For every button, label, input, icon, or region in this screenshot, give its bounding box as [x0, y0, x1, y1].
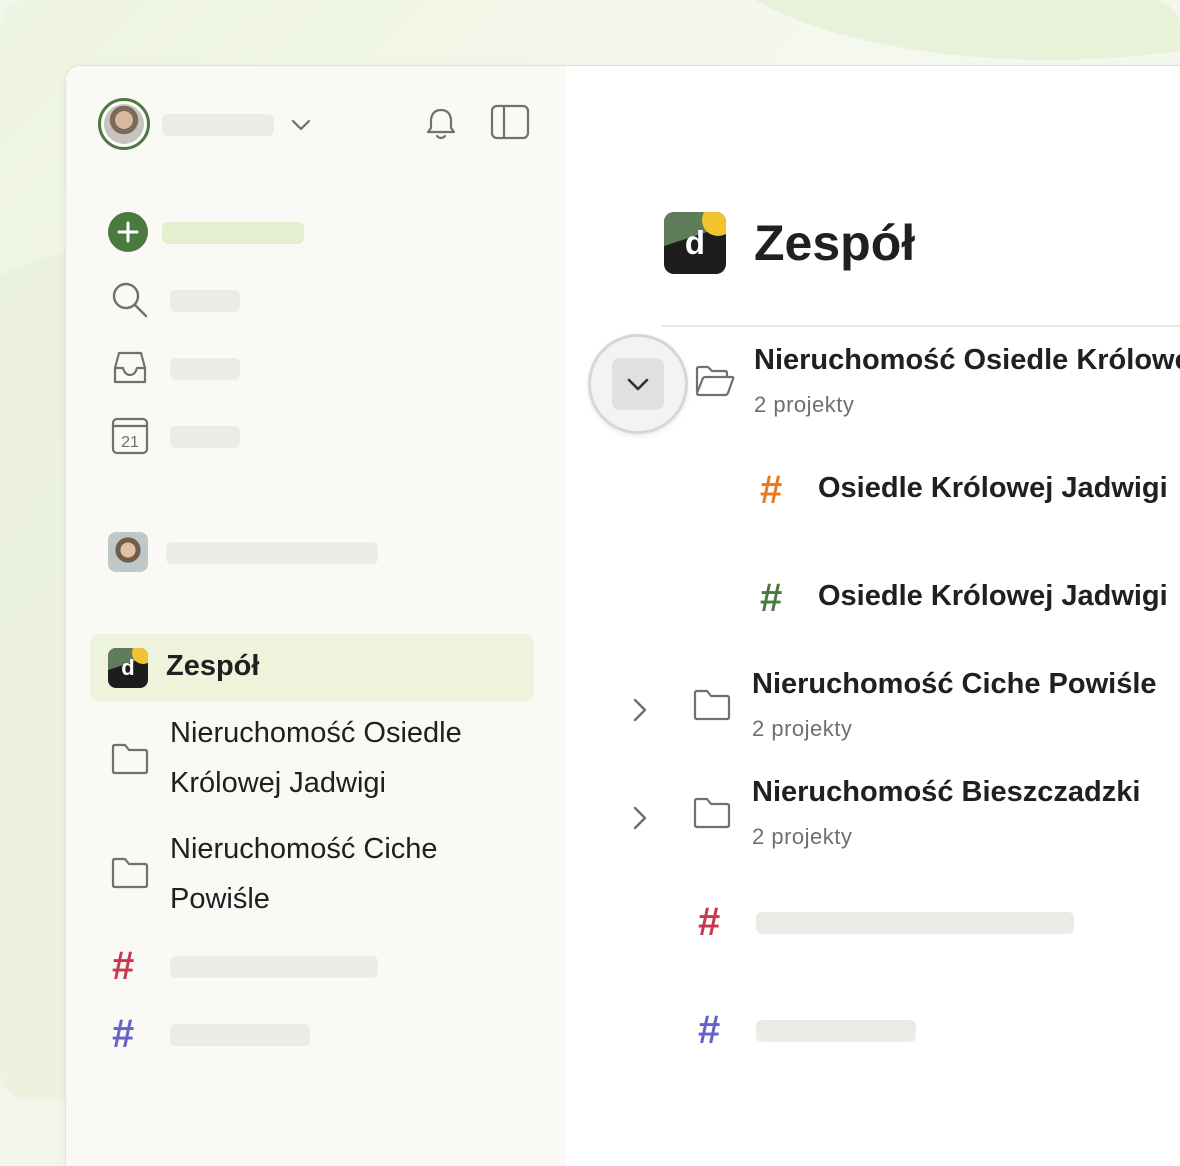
search-label-placeholder — [170, 290, 240, 312]
folder-icon — [110, 856, 150, 890]
folder-subtitle: 2 projekty — [752, 824, 853, 849]
user-avatar[interactable] — [98, 98, 150, 150]
sidebar-team-label: Zespół — [166, 650, 260, 682]
svg-text:21: 21 — [121, 434, 139, 451]
project-hash-icon: # — [760, 468, 783, 512]
folder-icon — [110, 742, 150, 776]
user-name-placeholder — [162, 114, 274, 136]
project-title[interactable]: Osiedle Królowej Jadwigi — [818, 580, 1168, 613]
project-hash-icon: # — [112, 944, 135, 988]
sidebar-folder-label: Nieruchomość Ciche Powiśle — [170, 833, 438, 915]
sidebar: 21 d Zespół Nieruchomość Osiedle Królowe… — [66, 66, 566, 1166]
folder-icon — [692, 688, 732, 722]
sidebar-toggle-icon[interactable] — [490, 104, 530, 140]
app-window: 21 d Zespół Nieruchomość Osiedle Królowe… — [66, 66, 1180, 1166]
project-hash-icon: # — [698, 1008, 721, 1052]
folder-subtitle: 2 projekty — [752, 716, 853, 741]
inbox-icon[interactable] — [110, 348, 150, 388]
search-icon[interactable] — [110, 280, 150, 320]
folder-open-icon — [694, 364, 736, 398]
collapse-button[interactable] — [612, 358, 664, 410]
inbox-label-placeholder — [170, 358, 240, 380]
bell-icon[interactable] — [424, 106, 458, 142]
today-label-placeholder — [170, 426, 240, 448]
chevron-down-icon[interactable] — [288, 114, 314, 136]
main-content: d Zespół Nieruchomość Osiedle Królowej J… — [566, 66, 1180, 1166]
sidebar-item-team[interactable]: d Zespół — [90, 634, 534, 701]
team-logo-icon: d — [108, 648, 148, 688]
project-hash-icon: # — [112, 1012, 135, 1056]
sidebar-folder-label: Nieruchomość Osiedle Królowej Jadwigi — [170, 717, 462, 799]
calendar-today-icon[interactable]: 21 — [110, 416, 150, 456]
chevron-right-icon[interactable] — [626, 694, 652, 726]
project-hash-icon: # — [760, 576, 783, 620]
folder-title[interactable]: Nieruchomość Osiedle Królowej Jadwigi — [754, 344, 1180, 377]
folder-title[interactable]: Nieruchomość Bieszczadzki — [752, 776, 1140, 809]
team-logo-icon: d — [664, 212, 726, 274]
project-label-placeholder[interactable] — [756, 912, 1074, 934]
chevron-right-icon[interactable] — [626, 802, 652, 834]
collapse-toggle-highlight[interactable] — [588, 334, 688, 434]
folder-subtitle: 2 projekty — [754, 392, 855, 417]
divider — [662, 325, 1180, 327]
add-task-icon[interactable] — [108, 212, 148, 252]
project-label-placeholder[interactable] — [170, 1024, 310, 1046]
page-title: Zespół — [754, 215, 916, 271]
project-label-placeholder[interactable] — [170, 956, 378, 978]
personal-projects-avatar — [108, 532, 148, 572]
project-label-placeholder[interactable] — [756, 1020, 916, 1042]
project-hash-icon: # — [698, 900, 721, 944]
folder-icon — [692, 796, 732, 830]
add-task-label-placeholder — [162, 222, 304, 244]
project-title[interactable]: Osiedle Królowej Jadwigi — [818, 472, 1168, 505]
personal-projects-placeholder — [166, 542, 378, 564]
folder-title[interactable]: Nieruchomość Ciche Powiśle — [752, 668, 1157, 701]
